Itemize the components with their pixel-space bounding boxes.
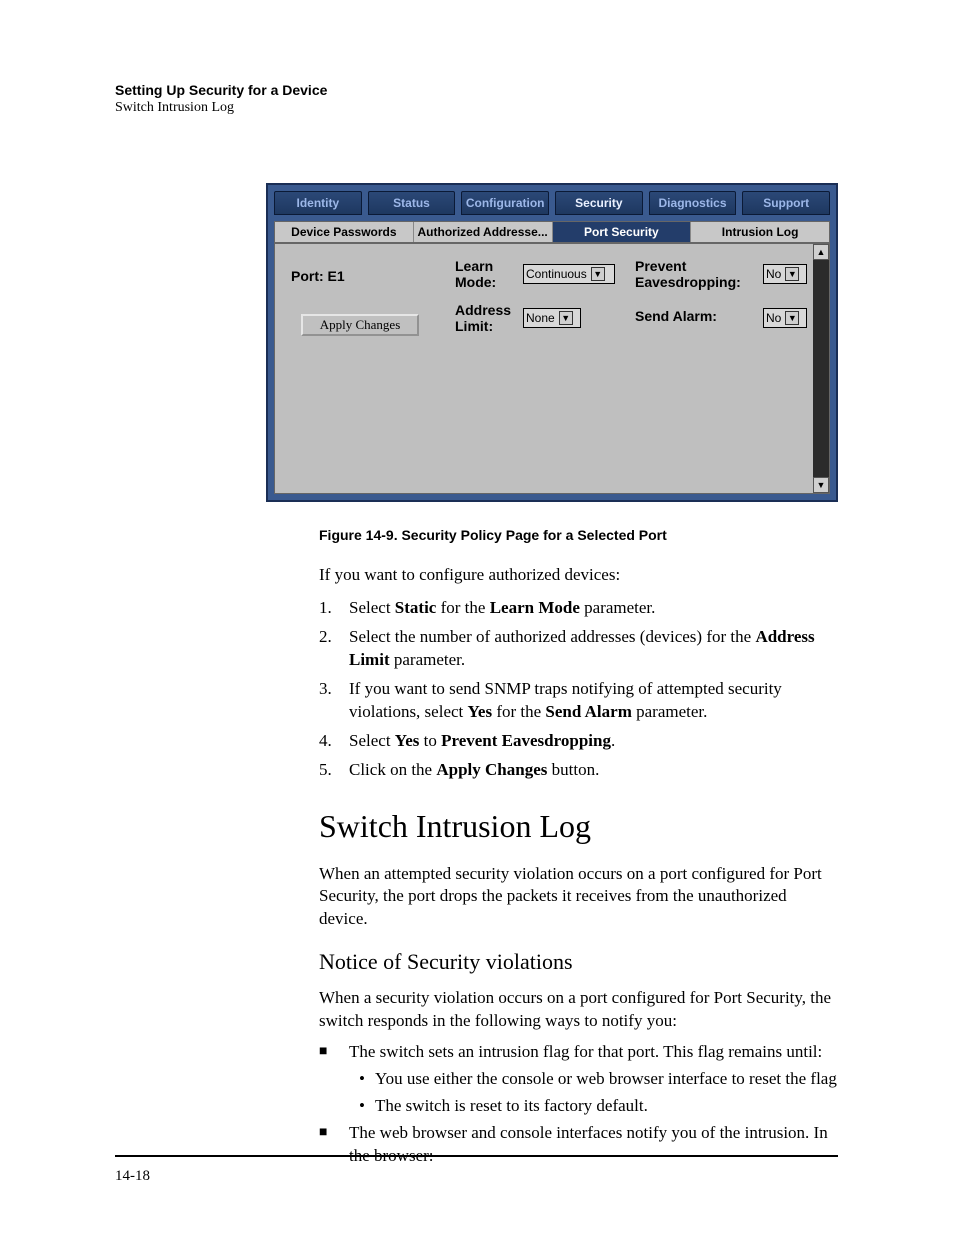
subtab-device-passwords[interactable]: Device Passwords [275, 222, 414, 242]
step-item: 4.Select Yes to Prevent Eavesdropping. [319, 730, 838, 753]
nested-bullet-list: •You use either the console or web brows… [349, 1068, 838, 1118]
nested-bullet-text: The switch is reset to its factory defau… [375, 1095, 838, 1118]
step-text: Click on the Apply Changes button. [349, 759, 838, 782]
scroll-down-icon[interactable]: ▼ [813, 477, 829, 493]
tab-configuration[interactable]: Configuration [461, 191, 549, 215]
scroll-track[interactable] [813, 260, 829, 477]
nested-bullet-item: •The switch is reset to its factory defa… [349, 1095, 838, 1118]
address-limit-select[interactable]: None ▼ [523, 308, 581, 328]
tab-security[interactable]: Security [555, 191, 643, 215]
tab-status[interactable]: Status [368, 191, 456, 215]
paragraph: When an attempted security violation occ… [319, 863, 838, 932]
bullet-marker-icon: ■ [319, 1122, 349, 1168]
step-number: 5. [319, 759, 349, 782]
nested-bullet-text: You use either the console or web browse… [375, 1068, 838, 1091]
prevent-eavesdropping-select[interactable]: No ▼ [763, 264, 807, 284]
chevron-down-icon[interactable]: ▼ [785, 311, 799, 325]
step-number: 1. [319, 597, 349, 620]
app-window: IdentityStatusConfigurationSecurityDiagn… [266, 183, 838, 502]
page-header-subtitle: Switch Intrusion Log [115, 100, 234, 116]
footer-rule [115, 1155, 838, 1157]
send-alarm-select[interactable]: No ▼ [763, 308, 807, 328]
prevent-eavesdropping-value: No [766, 267, 781, 281]
tab-identity[interactable]: Identity [274, 191, 362, 215]
send-alarm-value: No [766, 311, 781, 325]
step-item: 2.Select the number of authorized addres… [319, 626, 838, 672]
vertical-scrollbar[interactable]: ▲ ▼ [813, 244, 829, 493]
figure-caption: Figure 14-9. Security Policy Page for a … [319, 527, 819, 543]
learn-mode-select[interactable]: Continuous ▼ [523, 264, 615, 284]
send-alarm-label: Send Alarm: [635, 308, 717, 324]
page-number: 14-18 [115, 1168, 150, 1185]
learn-mode-value: Continuous [526, 267, 587, 281]
tab-support[interactable]: Support [742, 191, 830, 215]
main-tab-bar: IdentityStatusConfigurationSecurityDiagn… [274, 191, 830, 215]
paragraph: When a security violation occurs on a po… [319, 987, 838, 1033]
tab-diagnostics[interactable]: Diagnostics [649, 191, 737, 215]
chevron-down-icon[interactable]: ▼ [785, 267, 799, 281]
step-number: 3. [319, 678, 349, 724]
subtab-port-security[interactable]: Port Security [553, 222, 692, 242]
step-text: Select the number of authorized addresse… [349, 626, 838, 672]
address-limit-label: Address Limit: [455, 302, 525, 334]
chevron-down-icon[interactable]: ▼ [559, 311, 573, 325]
bullet-marker-icon: ■ [319, 1041, 349, 1064]
port-label: Port: E1 [291, 268, 345, 284]
body-content: If you want to configure authorized devi… [319, 564, 838, 1168]
bullet-text: The switch sets an intrusion flag for th… [349, 1041, 838, 1064]
bullet-item: ■The web browser and console interfaces … [319, 1122, 838, 1168]
bullet-marker-icon: • [349, 1095, 375, 1118]
ordered-steps-list: 1.Select Static for the Learn Mode param… [319, 597, 838, 782]
bullet-item: ■The switch sets an intrusion flag for t… [319, 1041, 838, 1064]
subtab-authorized-addresse[interactable]: Authorized Addresse... [414, 222, 553, 242]
bullet-text: The web browser and console interfaces n… [349, 1122, 838, 1168]
subtab-intrusion-log[interactable]: Intrusion Log [691, 222, 829, 242]
section-heading-switch-intrusion-log: Switch Intrusion Log [319, 808, 838, 845]
bullet-marker-icon: • [349, 1068, 375, 1091]
nested-bullet-item: •You use either the console or web brows… [349, 1068, 838, 1091]
apply-changes-button[interactable]: Apply Changes [301, 314, 419, 336]
step-item: 3.If you want to send SNMP traps notifyi… [319, 678, 838, 724]
step-number: 2. [319, 626, 349, 672]
step-item: 1.Select Static for the Learn Mode param… [319, 597, 838, 620]
address-limit-value: None [526, 311, 555, 325]
subsection-heading-notice: Notice of Security violations [319, 949, 838, 975]
step-text: Select Yes to Prevent Eavesdropping. [349, 730, 838, 753]
scroll-up-icon[interactable]: ▲ [813, 244, 829, 260]
bullet-list: ■The switch sets an intrusion flag for t… [319, 1041, 838, 1168]
step-text: If you want to send SNMP traps notifying… [349, 678, 838, 724]
step-item: 5.Click on the Apply Changes button. [319, 759, 838, 782]
sub-tab-bar: Device PasswordsAuthorized Addresse...Po… [274, 221, 830, 243]
intro-paragraph: If you want to configure authorized devi… [319, 564, 838, 587]
port-security-panel: Port: E1 Learn Mode: Continuous ▼ Preven… [274, 243, 830, 494]
page-header-title: Setting Up Security for a Device [115, 82, 327, 98]
step-number: 4. [319, 730, 349, 753]
step-text: Select Static for the Learn Mode paramet… [349, 597, 838, 620]
prevent-eavesdropping-label: Prevent Eavesdropping: [635, 258, 765, 290]
learn-mode-label: Learn Mode: [455, 258, 515, 290]
chevron-down-icon[interactable]: ▼ [591, 267, 605, 281]
